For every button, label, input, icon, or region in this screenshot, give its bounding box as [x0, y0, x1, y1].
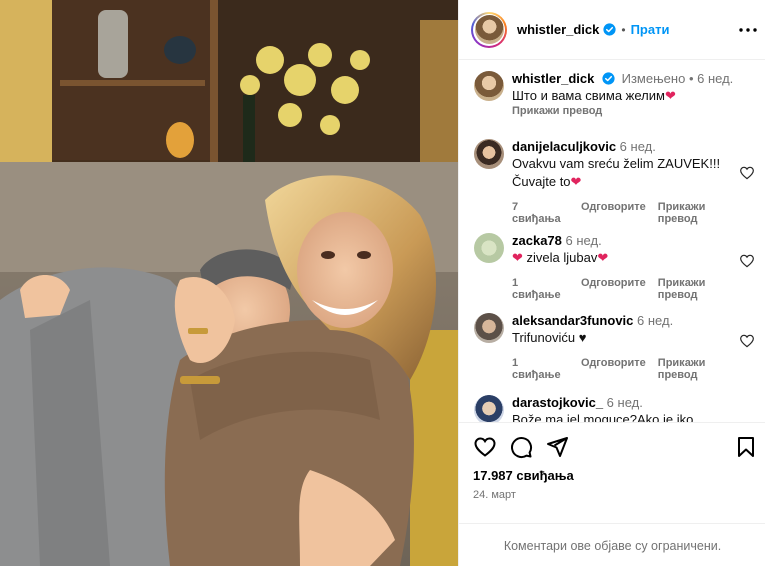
reply-button[interactable]: Одговорите: [581, 277, 646, 301]
comment-avatar[interactable]: [474, 139, 504, 169]
post-actions-section: 17.987 свиђања 24. март Коментари ове об…: [459, 422, 765, 566]
verified-badge-icon: [602, 72, 615, 85]
comment-text: Ovakvu vam sreću želim ZAUVEK!!! Čuvajte…: [512, 156, 721, 189]
black-heart-emoji: ♥: [578, 330, 587, 345]
comment-avatar[interactable]: [474, 313, 504, 343]
separator-dot: •: [621, 22, 626, 37]
red-heart-emoji: ❤: [664, 88, 676, 103]
comment-text: Trifunoviću ♥: [512, 330, 587, 345]
post-viewer: whistler_dick • Прати whistler_dick Изме…: [0, 0, 765, 566]
comment-avatar[interactable]: [474, 233, 504, 263]
comment-time[interactable]: 6 нед.: [607, 395, 643, 410]
more-options-icon[interactable]: [738, 20, 758, 40]
translate-button[interactable]: Прикажи превод: [658, 357, 747, 381]
author-username[interactable]: whistler_dick: [517, 22, 599, 37]
like-comment-heart-icon[interactable]: [739, 333, 755, 349]
post-header: whistler_dick • Прати: [459, 0, 765, 60]
comment-text: Bože ma jel moguce?Ako je iko: [512, 412, 694, 422]
save-bookmark-icon[interactable]: [734, 435, 758, 459]
translate-button[interactable]: Прикажи превод: [658, 201, 747, 225]
comment-likes[interactable]: 7 свиђања: [512, 201, 569, 225]
caption-username[interactable]: whistler_dick: [512, 71, 594, 86]
post-side-panel: whistler_dick • Прати whistler_dick Изме…: [458, 0, 765, 566]
caption-translate-button[interactable]: Прикажи превод: [512, 105, 602, 117]
author-avatar[interactable]: [471, 11, 507, 48]
comment-username[interactable]: aleksandar3funovic: [512, 313, 633, 328]
action-icons: [473, 435, 569, 459]
reply-button[interactable]: Одговорите: [581, 357, 646, 381]
comment-text: ❤ zivela ljubav❤: [512, 250, 609, 265]
likes-count[interactable]: 17.987 свиђања: [473, 468, 574, 483]
like-comment-heart-icon[interactable]: [739, 253, 755, 269]
photo-illustration: [0, 0, 458, 566]
verified-badge-icon: [603, 23, 616, 36]
caption-avatar[interactable]: [474, 71, 504, 101]
caption-text: Што и вама свима желим❤: [512, 88, 676, 103]
comment-time[interactable]: 6 нед.: [637, 313, 673, 328]
share-paper-plane-icon[interactable]: [545, 435, 569, 459]
caption-time[interactable]: 6 нед.: [697, 71, 733, 86]
comment-username[interactable]: zacka78: [512, 233, 562, 248]
comment-time[interactable]: 6 нед.: [620, 139, 656, 154]
comment-username[interactable]: darastojkovic_: [512, 395, 603, 410]
comment-username[interactable]: danijelaculjkovic: [512, 139, 616, 154]
post-photo[interactable]: [0, 0, 458, 566]
like-comment-heart-icon[interactable]: [739, 165, 755, 181]
comments-restricted-notice: Коментари ове објаве су ограничени.: [459, 523, 765, 566]
comment-likes[interactable]: 1 свиђање: [512, 357, 569, 381]
red-heart-emoji: ❤: [597, 250, 609, 265]
follow-button[interactable]: Прати: [631, 22, 670, 37]
comment-bubble-icon[interactable]: [509, 435, 533, 459]
reply-button[interactable]: Одговорите: [581, 201, 646, 225]
comment-likes[interactable]: 1 свиђање: [512, 277, 569, 301]
post-date[interactable]: 24. март: [473, 489, 516, 501]
like-heart-icon[interactable]: [473, 435, 497, 459]
comment-time[interactable]: 6 нед.: [566, 233, 602, 248]
comment-avatar[interactable]: [474, 395, 504, 422]
red-heart-emoji: ❤: [512, 250, 523, 265]
comments-list[interactable]: whistler_dick Измењено • 6 нед. Што и ва…: [459, 61, 765, 422]
red-heart-emoji: ❤: [570, 174, 582, 189]
translate-button[interactable]: Прикажи превод: [658, 277, 747, 301]
edited-label: Измењено: [621, 71, 686, 86]
avatar-image: [474, 15, 504, 44]
